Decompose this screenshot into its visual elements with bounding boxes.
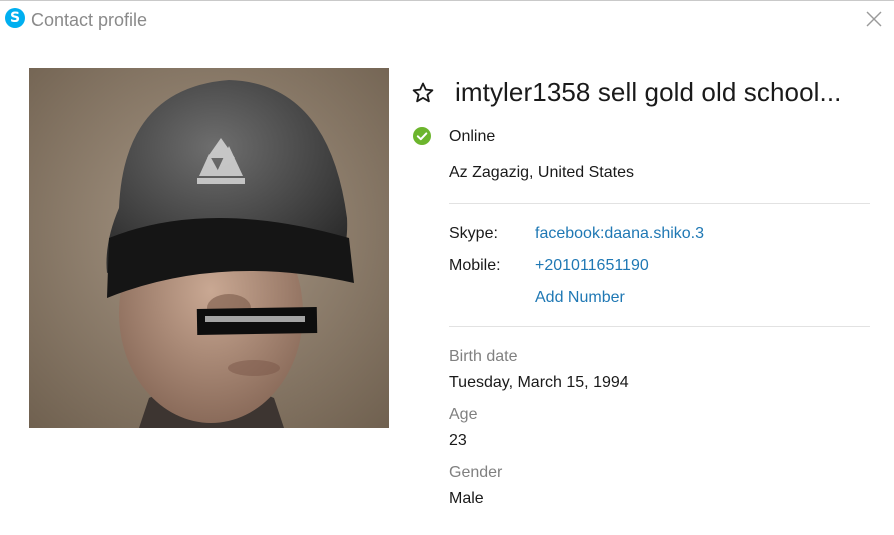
status-text: Online xyxy=(449,128,496,145)
title-bar: S Contact profile xyxy=(0,1,894,37)
add-number-link[interactable]: Add Number xyxy=(535,289,625,307)
window-title: Contact profile xyxy=(31,10,148,30)
age-value: 23 xyxy=(449,432,467,449)
birth-date-label: Birth date xyxy=(449,348,518,365)
divider xyxy=(449,326,870,327)
gender-value: Male xyxy=(449,490,484,507)
gender-label: Gender xyxy=(449,464,503,481)
mobile-number-link[interactable]: +201011651190 xyxy=(535,257,649,275)
skype-label: Skype: xyxy=(449,225,498,242)
skype-logo-icon: S xyxy=(5,8,25,28)
mobile-label: Mobile: xyxy=(449,257,501,274)
divider xyxy=(449,203,870,204)
star-outline-icon xyxy=(412,82,434,103)
birth-date-value: Tuesday, March 15, 1994 xyxy=(449,374,629,391)
location-text: Az Zagazig, United States xyxy=(449,164,634,181)
close-button[interactable] xyxy=(864,9,884,29)
display-name: imtyler1358 sell gold old school... xyxy=(455,77,842,107)
avatar xyxy=(29,68,389,428)
close-icon xyxy=(866,11,882,27)
skype-id-link[interactable]: facebook:daana.shiko.3 xyxy=(535,225,704,243)
favorite-star-button[interactable] xyxy=(411,81,435,105)
age-label: Age xyxy=(449,406,478,423)
contact-profile-window: S Contact profile imtyler1358 sell gold … xyxy=(0,0,894,535)
online-check-icon xyxy=(413,127,431,145)
